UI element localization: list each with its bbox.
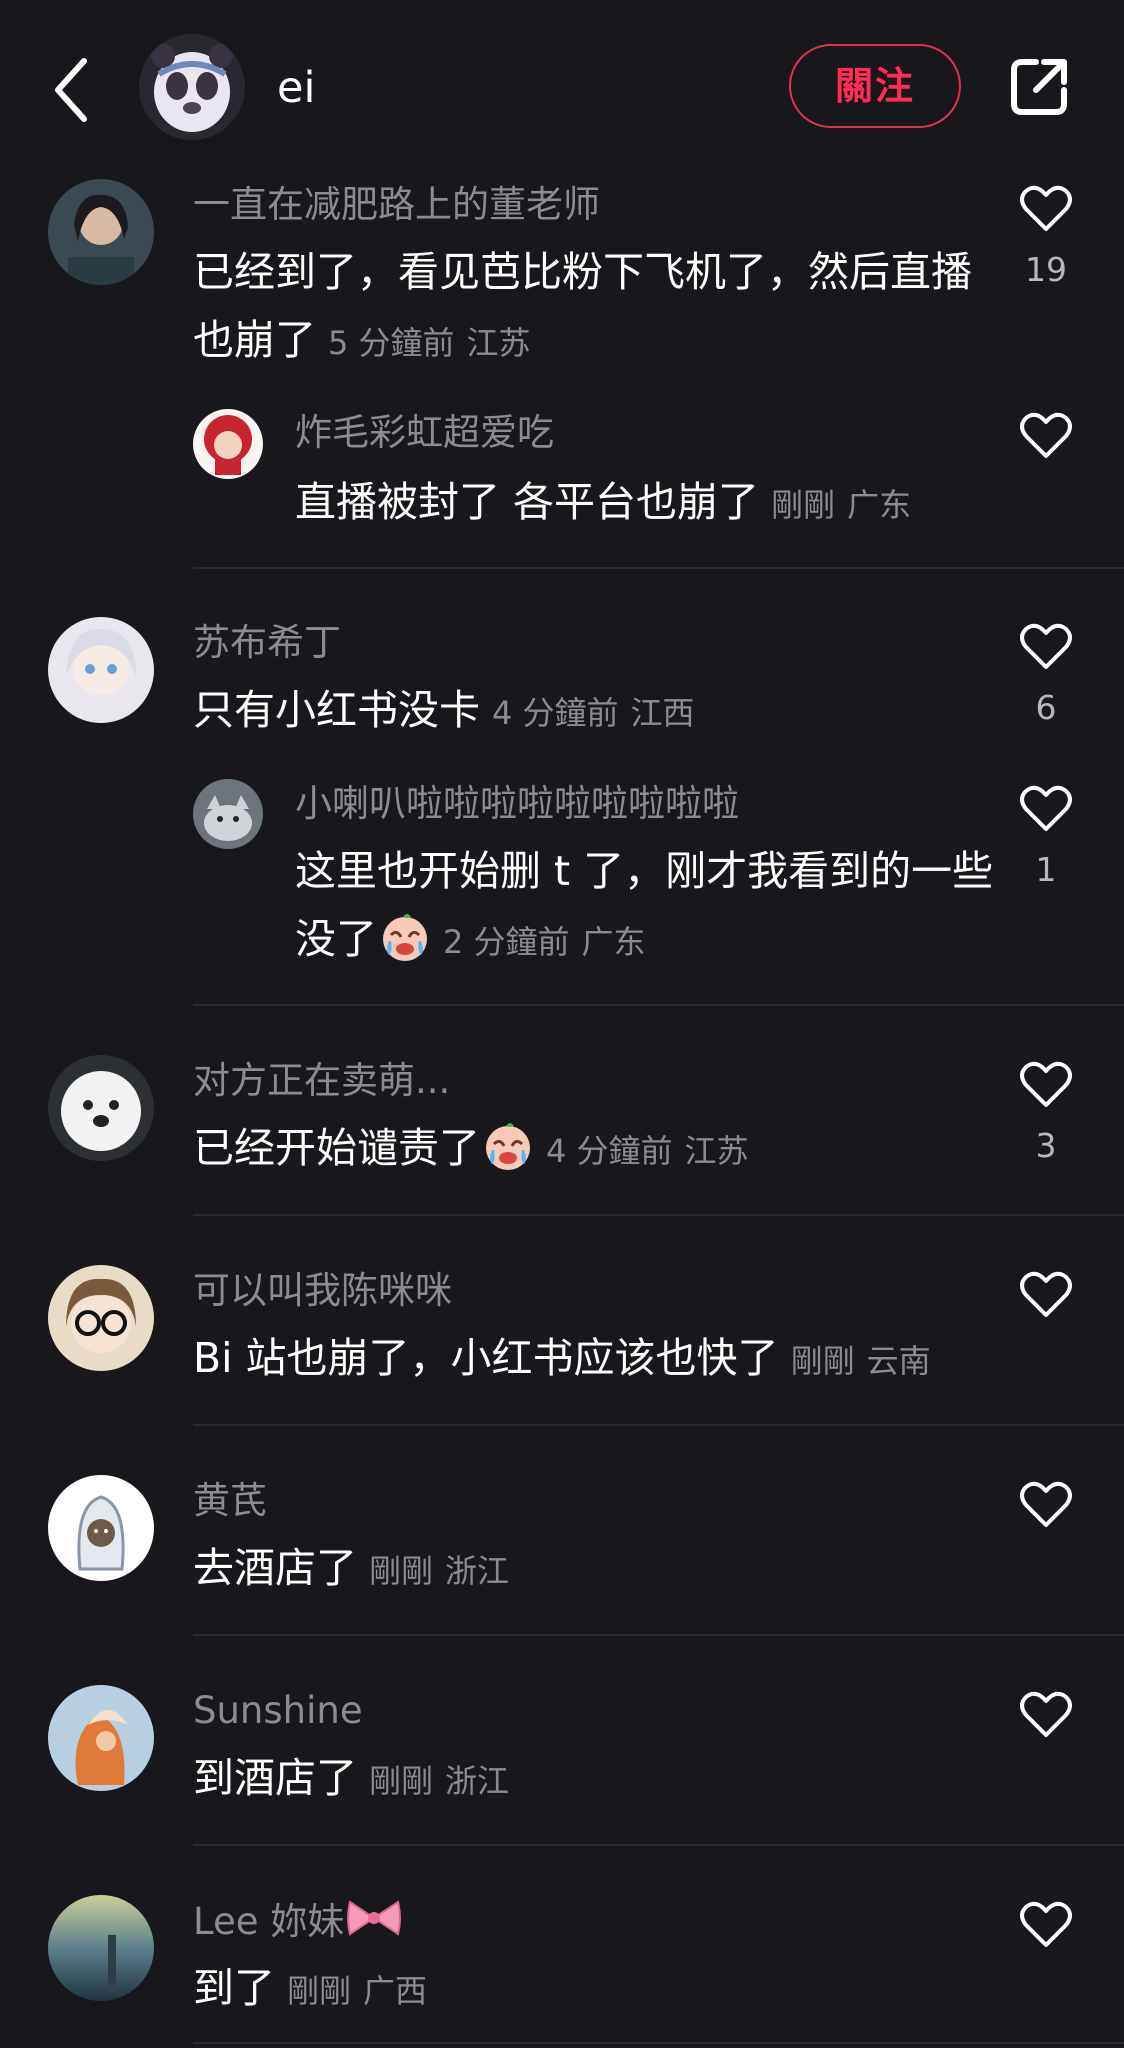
comment-avatar[interactable] <box>48 1265 154 1371</box>
crying-laughing-emoji-icon <box>383 914 427 961</box>
divider <box>193 1424 1124 1426</box>
comment-location: 广西 <box>363 1972 428 2010</box>
comment-username-text: Lee 妳妹 <box>193 1900 345 1943</box>
comment-username[interactable]: 对方正在卖萌... <box>193 1056 450 1106</box>
comment-username[interactable]: 一直在减肥路上的董老师 <box>193 180 600 230</box>
reply-text[interactable]: 这里也开始删 t 了，刚才我看到的一些没了 2 分鐘前 广东 <box>295 837 995 976</box>
reply-avatar[interactable] <box>193 409 263 479</box>
divider <box>193 1004 1124 1006</box>
comment-text[interactable]: 只有小红书没卡 4 分鐘前 江西 <box>193 676 973 747</box>
comment-avatar[interactable] <box>48 617 154 723</box>
comment-avatar[interactable] <box>48 1895 154 2001</box>
comment-text[interactable]: 已经到了，看见芭比粉下飞机了，然后直播也崩了 5 分鐘前 江苏 <box>193 238 973 377</box>
comment-time: 剛剛 <box>790 1342 855 1380</box>
comment-username[interactable]: 苏布希丁 <box>193 618 341 668</box>
header-bar: ei 關注 <box>0 0 1124 175</box>
like-heart-icon[interactable] <box>1020 1271 1072 1319</box>
comment-avatar[interactable] <box>48 179 154 285</box>
like-count: 19 <box>1025 250 1067 289</box>
reply-location: 广东 <box>581 923 646 961</box>
like-heart-icon[interactable] <box>1020 1481 1072 1529</box>
like-count: 1 <box>1035 850 1057 889</box>
like-count: 6 <box>1035 688 1057 727</box>
comment-time: 5 分鐘前 <box>328 324 455 362</box>
comment-location: 江苏 <box>466 324 531 362</box>
comment-time: 剛剛 <box>287 1972 352 2010</box>
comment-location: 云南 <box>866 1342 931 1380</box>
comment-text[interactable]: 到酒店了 剛剛 浙江 <box>193 1744 973 1815</box>
comment-avatar[interactable] <box>48 1685 154 1791</box>
divider <box>193 1844 1124 1846</box>
comment-text[interactable]: Bi 站也崩了，小红书应该也快了 剛剛 云南 <box>193 1324 1053 1395</box>
reply-username[interactable]: 炸毛彩虹超爱吃 <box>295 408 554 458</box>
comment-username[interactable]: Lee 妳妹 <box>193 1896 402 1947</box>
reply-time: 剛剛 <box>771 486 836 524</box>
comment-avatar[interactable] <box>48 1475 154 1581</box>
comment-body: 已经开始谴责了 <box>193 1124 480 1172</box>
comment-body: 已经到了，看见芭比粉下飞机了，然后直播也崩了 <box>193 248 972 364</box>
follow-button[interactable]: 關注 <box>789 44 961 128</box>
comment-time: 4 分鐘前 <box>492 694 619 732</box>
like-heart-icon[interactable] <box>1020 412 1072 460</box>
divider <box>193 567 1124 569</box>
comment-location: 江苏 <box>684 1132 749 1170</box>
comment-text[interactable]: 去酒店了 剛剛 浙江 <box>193 1534 973 1605</box>
like-heart-icon[interactable] <box>1020 785 1072 833</box>
pink-bow-emoji-icon <box>347 1900 402 1936</box>
like-heart-icon[interactable] <box>1020 185 1072 233</box>
comment-body: 到酒店了 <box>193 1754 357 1802</box>
like-heart-icon[interactable] <box>1020 1901 1072 1949</box>
comment-time: 4 分鐘前 <box>546 1132 673 1170</box>
author-avatar[interactable] <box>139 34 245 140</box>
comment-location: 江西 <box>630 694 695 732</box>
comment-text[interactable]: 到了 剛剛 广西 <box>193 1954 973 2025</box>
crying-laughing-emoji-icon <box>486 1123 530 1170</box>
reply-text[interactable]: 直播被封了 各平台也崩了 剛剛 广东 <box>295 468 995 539</box>
comment-body: Bi 站也崩了，小红书应该也快了 <box>193 1334 779 1382</box>
comment-body: 只有小红书没卡 <box>193 686 480 734</box>
comment-username[interactable]: Sunshine <box>193 1686 363 1736</box>
comment-username[interactable]: 可以叫我陈咪咪 <box>193 1266 452 1316</box>
comment-avatar[interactable] <box>48 1055 154 1161</box>
divider <box>193 1634 1124 1636</box>
comment-time: 剛剛 <box>369 1762 434 1800</box>
comment-time: 剛剛 <box>369 1552 434 1590</box>
comment-text[interactable]: 已经开始谴责了 4 分鐘前 江苏 <box>193 1114 973 1185</box>
reply-avatar[interactable] <box>193 779 263 849</box>
comment-body: 去酒店了 <box>193 1544 357 1592</box>
share-icon[interactable] <box>1006 54 1072 120</box>
like-heart-icon[interactable] <box>1020 623 1072 671</box>
reply-location: 广东 <box>847 486 912 524</box>
divider <box>193 2042 1124 2044</box>
like-count: 3 <box>1035 1126 1057 1165</box>
reply-time: 2 分鐘前 <box>443 923 570 961</box>
reply-username[interactable]: 小喇叭啦啦啦啦啦啦啦啦啦 <box>295 779 739 829</box>
divider <box>193 1214 1124 1216</box>
like-heart-icon[interactable] <box>1020 1061 1072 1109</box>
back-chevron-icon[interactable] <box>50 55 90 125</box>
comment-location: 浙江 <box>445 1762 510 1800</box>
author-name[interactable]: ei <box>277 58 315 118</box>
reply-body: 直播被封了 各平台也崩了 <box>295 478 760 526</box>
comment-username[interactable]: 黄芪 <box>193 1476 267 1526</box>
like-heart-icon[interactable] <box>1020 1691 1072 1739</box>
comment-body: 到了 <box>193 1964 275 2012</box>
comment-location: 浙江 <box>445 1552 510 1590</box>
